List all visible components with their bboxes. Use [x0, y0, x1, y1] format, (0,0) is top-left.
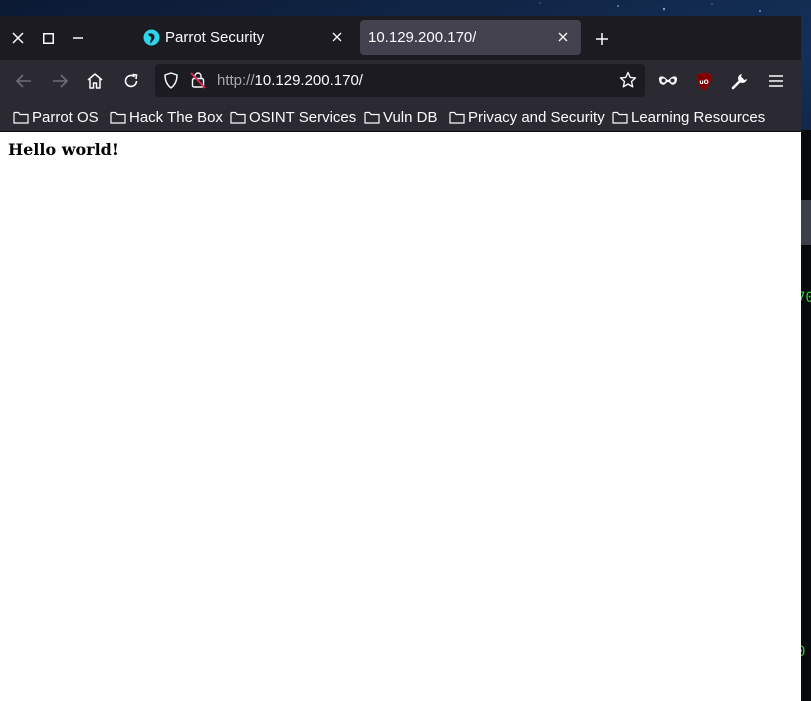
- shield-icon[interactable]: [163, 72, 179, 89]
- menu-button[interactable]: [765, 70, 787, 92]
- url-host: 10.129.200.170/: [254, 72, 363, 89]
- navigation-toolbar: http://10.129.200.170/ uO: [0, 60, 801, 102]
- bookmark-folder-hack-the-box[interactable]: Hack The Box: [110, 107, 223, 127]
- home-button[interactable]: [84, 70, 106, 92]
- window-close-button[interactable]: [8, 28, 28, 48]
- tab-active-page[interactable]: 10.129.200.170/: [360, 20, 581, 55]
- forward-button[interactable]: [49, 70, 71, 92]
- star-icon[interactable]: [619, 71, 637, 89]
- terminal-scrollbar: [801, 200, 811, 245]
- ublock-origin-button[interactable]: uO: [693, 70, 715, 92]
- tab-title: Parrot Security: [165, 29, 265, 46]
- folder-icon: [612, 111, 628, 124]
- bookmark-folder-vuln-db[interactable]: Vuln DB: [364, 107, 437, 127]
- address-bar[interactable]: http://10.129.200.170/: [155, 64, 645, 97]
- window-maximize-button[interactable]: [38, 28, 58, 48]
- reload-icon: [124, 73, 138, 88]
- folder-icon: [13, 111, 29, 124]
- private-mode-button[interactable]: [657, 70, 679, 92]
- mask-icon: [659, 76, 677, 85]
- bookmark-folder-osint-services[interactable]: OSINT Services: [230, 107, 356, 127]
- arrow-left-icon: [15, 74, 31, 88]
- insecure-lock-icon[interactable]: [190, 71, 206, 89]
- browser-window: Parrot Security 10.129.200.170/ http://1…: [0, 16, 801, 701]
- tab-close-button[interactable]: [329, 29, 345, 45]
- minimize-icon: [73, 37, 83, 39]
- arrow-right-icon: [53, 74, 69, 88]
- home-icon: [87, 73, 103, 89]
- bookmark-folder-learning-resources[interactable]: Learning Resources: [612, 107, 765, 127]
- wrench-icon: [731, 74, 747, 90]
- svg-text:uO: uO: [699, 79, 708, 86]
- new-tab-button[interactable]: [592, 29, 612, 49]
- bookmarks-toolbar: Parrot OS Hack The Box OSINT Services Vu…: [0, 102, 801, 132]
- close-icon: [332, 32, 342, 42]
- close-icon: [12, 32, 24, 44]
- page-content: Hello world!: [0, 132, 801, 701]
- bookmark-label: OSINT Services: [249, 108, 357, 126]
- bookmark-label: Privacy and Security: [468, 108, 605, 126]
- bookmark-label: Parrot OS: [32, 108, 99, 126]
- folder-icon: [230, 111, 246, 124]
- back-button[interactable]: [13, 70, 35, 92]
- window-minimize-button[interactable]: [68, 28, 88, 48]
- url-text[interactable]: http://10.129.200.170/: [217, 72, 363, 89]
- close-icon: [558, 32, 568, 42]
- tab-parrot-security[interactable]: Parrot Security: [130, 20, 355, 55]
- reload-button[interactable]: [120, 70, 142, 92]
- tab-close-button[interactable]: [555, 29, 571, 45]
- ublock-origin-icon: uO: [696, 72, 712, 91]
- maximize-icon: [42, 32, 54, 44]
- page-heading: Hello world!: [8, 140, 119, 159]
- bookmark-label: Hack The Box: [129, 108, 223, 126]
- extensions-tools-button[interactable]: [729, 70, 751, 92]
- bookmark-folder-privacy-and-security[interactable]: Privacy and Security: [449, 107, 605, 127]
- folder-icon: [110, 111, 126, 124]
- parrot-logo-icon: [143, 29, 160, 46]
- bookmark-label: Vuln DB: [383, 108, 438, 126]
- url-protocol: http://: [217, 72, 255, 89]
- tab-bar: Parrot Security 10.129.200.170/: [0, 16, 801, 60]
- hamburger-menu-icon: [769, 75, 783, 87]
- bookmark-folder-parrot-os[interactable]: Parrot OS: [13, 107, 99, 127]
- bookmark-label: Learning Resources: [631, 108, 766, 126]
- tab-title: 10.129.200.170/: [368, 29, 477, 46]
- plus-icon: [596, 33, 608, 45]
- folder-icon: [364, 111, 380, 124]
- folder-icon: [449, 111, 465, 124]
